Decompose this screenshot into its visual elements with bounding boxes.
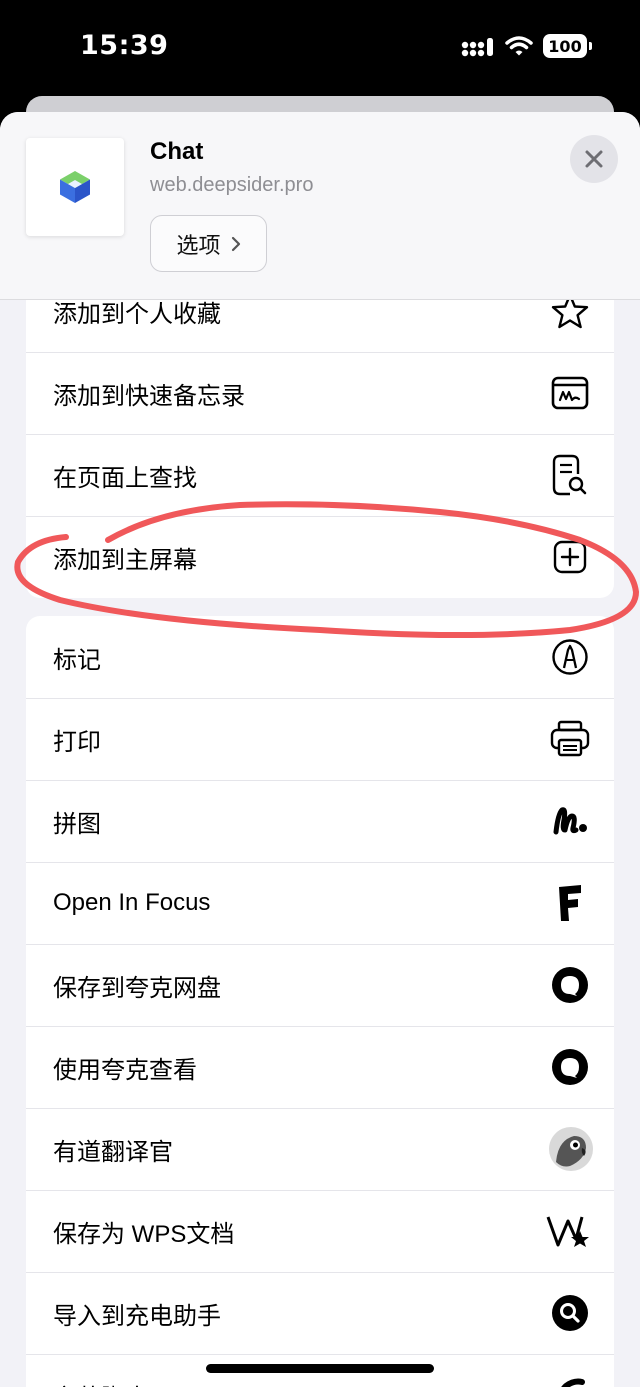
- status-time: 15:39: [80, 30, 169, 61]
- chevron-right-icon: [231, 236, 240, 251]
- freeform-icon: [550, 801, 590, 841]
- action-label: 标记: [53, 646, 101, 674]
- status-bar: 15:39 100: [0, 0, 640, 96]
- options-label: 选项: [176, 232, 221, 258]
- action-label: 有道翻译官: [53, 1138, 173, 1166]
- close-icon: [585, 150, 603, 168]
- action-save-to-quark-drive[interactable]: 保存到夸克网盘: [26, 944, 614, 1026]
- quark-icon: [550, 965, 590, 1005]
- markup-pen-icon: [550, 637, 590, 677]
- action-label: 导入到充电助手: [53, 1302, 221, 1330]
- close-button[interactable]: [570, 135, 618, 183]
- wifi-icon: [505, 36, 533, 56]
- action-print[interactable]: 打印: [26, 698, 614, 780]
- action-markup[interactable]: 标记: [26, 616, 614, 698]
- cellular-signal-icon: [461, 38, 493, 57]
- youdao-parrot-icon: [548, 1126, 594, 1172]
- actions-group-primary: 添加到个人收藏 添加到快速备忘录 在页面上查找 添加到主屏幕: [26, 270, 614, 598]
- action-label: 打印: [53, 728, 101, 756]
- site-thumbnail: [26, 138, 124, 236]
- action-import-to-charging-assistant[interactable]: 导入到充电助手: [26, 1272, 614, 1354]
- action-label: 保存到夸克网盘: [53, 974, 221, 1002]
- page-title: Chat: [150, 138, 204, 165]
- action-label: 添加到主屏幕: [53, 546, 197, 574]
- share-header: Chat web.deepsider.pro 选项: [0, 112, 640, 300]
- deepsider-logo-icon: [60, 171, 90, 203]
- action-label: 保存为 WPS文档: [53, 1220, 235, 1248]
- action-add-to-quick-note[interactable]: 添加到快速备忘录: [26, 352, 614, 434]
- search-circle-icon: [550, 1293, 590, 1333]
- script-icon: [550, 1375, 590, 1387]
- focus-f-icon: [550, 883, 590, 923]
- action-label: 使用夸克查看: [53, 1056, 197, 1084]
- battery-level: 100: [543, 34, 587, 58]
- add-square-icon: [550, 537, 590, 577]
- action-youdao-translator[interactable]: 有道翻译官: [26, 1108, 614, 1190]
- quick-note-icon: [550, 373, 590, 413]
- battery-tip: [589, 42, 592, 50]
- action-freeform[interactable]: 拼图: [26, 780, 614, 862]
- action-label: 拼图: [53, 810, 101, 838]
- action-save-as-wps[interactable]: 保存为 WPS文档: [26, 1190, 614, 1272]
- action-find-on-page[interactable]: 在页面上查找: [26, 434, 614, 516]
- home-indicator[interactable]: [206, 1364, 434, 1373]
- find-on-page-icon: [550, 454, 590, 496]
- page-url: web.deepsider.pro: [150, 174, 314, 196]
- actions-group-extensions: 标记 打印 拼图 Open In Focus 保存到夸克网盘 使用夸克查看 有道…: [26, 616, 614, 1387]
- quark-icon: [550, 1047, 590, 1087]
- action-label: Open In Focus: [53, 889, 211, 916]
- action-view-with-quark[interactable]: 使用夸克查看: [26, 1026, 614, 1108]
- printer-icon: [550, 719, 590, 759]
- share-sheet: Chat web.deepsider.pro 选项 添加到个人收藏 添加到快速备…: [0, 112, 640, 1387]
- options-button[interactable]: 选项: [150, 215, 267, 272]
- action-label: 在页面上查找: [53, 464, 197, 492]
- status-icons: 100: [461, 34, 592, 58]
- action-label: 添加到快速备忘录: [53, 382, 245, 410]
- action-open-in-focus[interactable]: Open In Focus: [26, 862, 614, 944]
- action-add-to-home-screen[interactable]: 添加到主屏幕: [26, 516, 614, 598]
- wps-icon: [546, 1211, 590, 1251]
- action-label: 安装脚本: [53, 1378, 149, 1387]
